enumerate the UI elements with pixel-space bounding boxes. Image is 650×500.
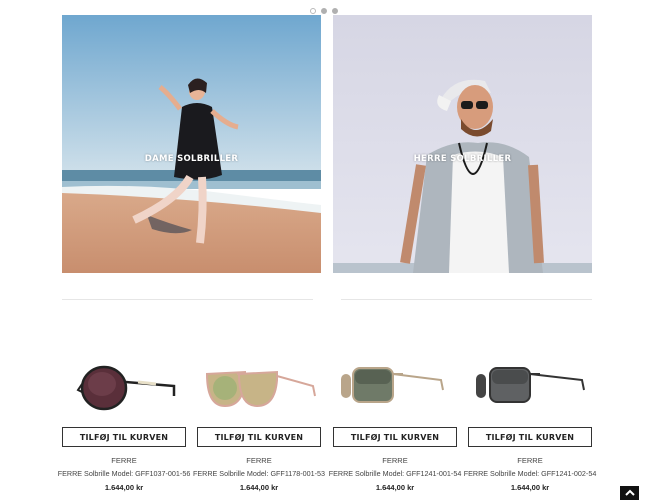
product-brand: FERRE: [111, 456, 137, 465]
product-model[interactable]: FERRE Solbrille Model: GFF1241-002-54: [458, 469, 602, 478]
banner-men-label[interactable]: HERRE SOLBRILLER: [333, 154, 592, 164]
product-card: TILFØJ TIL KURVEN FERRE FERRE Solbrille …: [58, 352, 190, 492]
product-price: 1.644,00 kr: [239, 483, 279, 492]
product-price: 1.644,00 kr: [510, 483, 550, 492]
add-to-cart-button[interactable]: TILFØJ TIL KURVEN: [333, 427, 457, 447]
add-to-cart-button[interactable]: TILFØJ TIL KURVEN: [197, 427, 321, 447]
carousel-dot-2[interactable]: [321, 8, 327, 14]
product-card: TILFØJ TIL KURVEN FERRE FERRE Solbrille …: [329, 352, 461, 492]
banner-women-label[interactable]: DAME SOLBRILLER: [62, 154, 321, 164]
product-model[interactable]: FERRE Solbrille Model: GFF1241-001-54: [323, 469, 467, 478]
carousel-dot-1[interactable]: [310, 8, 316, 14]
product-brand: FERRE: [246, 456, 272, 465]
product-brand: FERRE: [517, 456, 543, 465]
product-card: TILFØJ TIL KURVEN FERRE FERRE Solbrille …: [193, 352, 325, 492]
scroll-to-top-button[interactable]: [620, 486, 639, 500]
add-to-cart-button[interactable]: TILFØJ TIL KURVEN: [468, 427, 592, 447]
divider: [341, 299, 592, 300]
product-image[interactable]: [62, 352, 186, 420]
product-price: 1.644,00 kr: [104, 483, 144, 492]
carousel-dot-3[interactable]: [332, 8, 338, 14]
banner-men-sunglasses[interactable]: HERRE SOLBRILLER: [333, 15, 592, 273]
product-image[interactable]: [197, 352, 321, 420]
product-model[interactable]: FERRE Solbrille Model: GFF1178-001-53: [187, 469, 331, 478]
banner-men-image: [333, 15, 592, 273]
product-brand: FERRE: [382, 456, 408, 465]
chevron-up-icon: [624, 489, 635, 496]
banner-women-sunglasses[interactable]: DAME SOLBRILLER: [62, 15, 321, 273]
product-image[interactable]: [468, 352, 592, 420]
product-card: TILFØJ TIL KURVEN FERRE FERRE Solbrille …: [464, 352, 596, 492]
add-to-cart-button[interactable]: TILFØJ TIL KURVEN: [62, 427, 186, 447]
product-price: 1.644,00 kr: [375, 483, 415, 492]
product-model[interactable]: FERRE Solbrille Model: GFF1037-001-56: [52, 469, 196, 478]
carousel-dots: [0, 8, 650, 14]
banner-women-image: [62, 15, 321, 273]
product-image[interactable]: [333, 352, 457, 420]
divider: [62, 299, 313, 300]
